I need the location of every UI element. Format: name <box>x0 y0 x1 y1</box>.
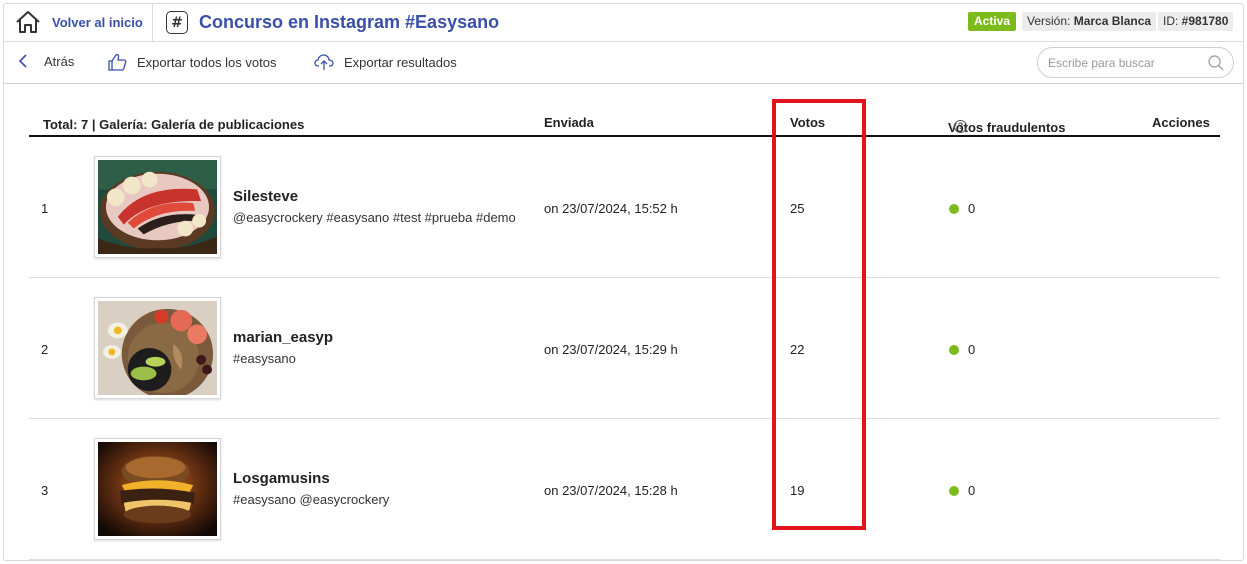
row-fraud-count: 0 <box>968 483 976 498</box>
header-total-gallery: Total: 7 | Galería: Galería de publicaci… <box>43 117 305 132</box>
chevron-left-icon <box>18 54 27 68</box>
table-row: 1 Silesteve @easycrockery #easysano #tes… <box>29 137 1220 278</box>
id-prefix: ID: <box>1163 14 1182 28</box>
smoothie-bowl-image <box>98 160 217 254</box>
status-dot-icon <box>949 485 959 496</box>
post-thumbnail-burger[interactable] <box>94 438 221 540</box>
toolbar: Atrás Exportar todos los votos Exportar … <box>4 42 1243 84</box>
row-hashtags: #easysano @easycrockery <box>233 492 390 507</box>
page-title: Concurso en Instagram #Easysano <box>199 12 500 32</box>
home-icon <box>16 11 40 33</box>
table-header: Total: 7 | Galería: Galería de publicaci… <box>29 112 1220 137</box>
votes-column-highlight <box>772 99 866 530</box>
row-date: on 23/07/2024, 15:29 h <box>544 342 678 357</box>
row-username[interactable]: Silesteve <box>233 188 298 205</box>
row-fraud-count: 0 <box>968 201 976 216</box>
id-badge: ID: #981780 <box>1158 12 1234 31</box>
row-hashtags: #easysano <box>233 351 296 366</box>
row-fraud-count: 0 <box>968 342 976 357</box>
table-row: 2 marian_easyp #easysano on 23/07/2024, … <box>29 278 1220 419</box>
back-label: Atrás <box>44 53 75 69</box>
search-input[interactable] <box>1048 54 1198 72</box>
burger-image <box>98 442 217 536</box>
header-divider <box>152 4 153 42</box>
row-number: 1 <box>41 201 49 216</box>
hashtag-icon: # <box>166 11 188 34</box>
post-thumbnail-smoothie-bowl[interactable] <box>94 156 221 258</box>
header-actions: Acciones <box>1152 115 1210 130</box>
post-thumbnail-healthy-plate[interactable] <box>94 297 221 399</box>
app-frame: Volver al inicio # Concurso en Instagram… <box>3 3 1244 561</box>
row-number: 3 <box>41 483 49 498</box>
id-value: #981780 <box>1181 14 1229 28</box>
healthy-plate-image <box>98 301 217 395</box>
row-hashtags: @easycrockery #easysano #test #prueba #d… <box>233 210 516 225</box>
top-header: Volver al inicio # Concurso en Instagram… <box>4 4 1243 42</box>
status-dot-icon <box>949 203 959 214</box>
table-row: 3 Losgamusins #easysano @easycrockery on… <box>29 419 1220 560</box>
votes-table: Total: 7 | Galería: Galería de publicaci… <box>29 112 1220 560</box>
export-results-label: Exportar resultados <box>344 54 457 70</box>
export-results-button[interactable]: Exportar resultados <box>314 53 457 71</box>
row-number: 2 <box>41 342 49 357</box>
row-date: on 23/07/2024, 15:52 h <box>544 201 678 216</box>
home-link[interactable]: Volver al inicio <box>52 15 143 30</box>
version-prefix: Versión: <box>1027 14 1074 28</box>
version-value: Marca Blanca <box>1073 14 1152 28</box>
search-box <box>1037 47 1234 78</box>
row-username[interactable]: marian_easyp <box>233 329 333 346</box>
header-sent[interactable]: Enviada <box>544 115 594 130</box>
status-dot-icon <box>949 344 959 355</box>
row-username[interactable]: Losgamusins <box>233 470 330 487</box>
home-button[interactable] <box>14 9 42 35</box>
help-icon[interactable]: ? <box>954 120 967 133</box>
export-votes-button[interactable]: Exportar todos los votos <box>107 53 276 71</box>
cloud-upload-icon <box>314 54 334 70</box>
row-fraud-votes: 0 <box>949 342 975 357</box>
search-icon[interactable] <box>1207 54 1225 72</box>
export-votes-label: Exportar todos los votos <box>137 54 277 70</box>
row-fraud-votes: 0 <box>949 483 975 498</box>
status-badge: Activa <box>968 12 1017 31</box>
row-date: on 23/07/2024, 15:28 h <box>544 483 678 498</box>
version-badge: Versión: Marca Blanca <box>1022 12 1157 31</box>
back-button[interactable]: Atrás <box>18 53 74 69</box>
thumbs-up-icon <box>108 53 127 71</box>
row-fraud-votes: 0 <box>949 201 975 216</box>
